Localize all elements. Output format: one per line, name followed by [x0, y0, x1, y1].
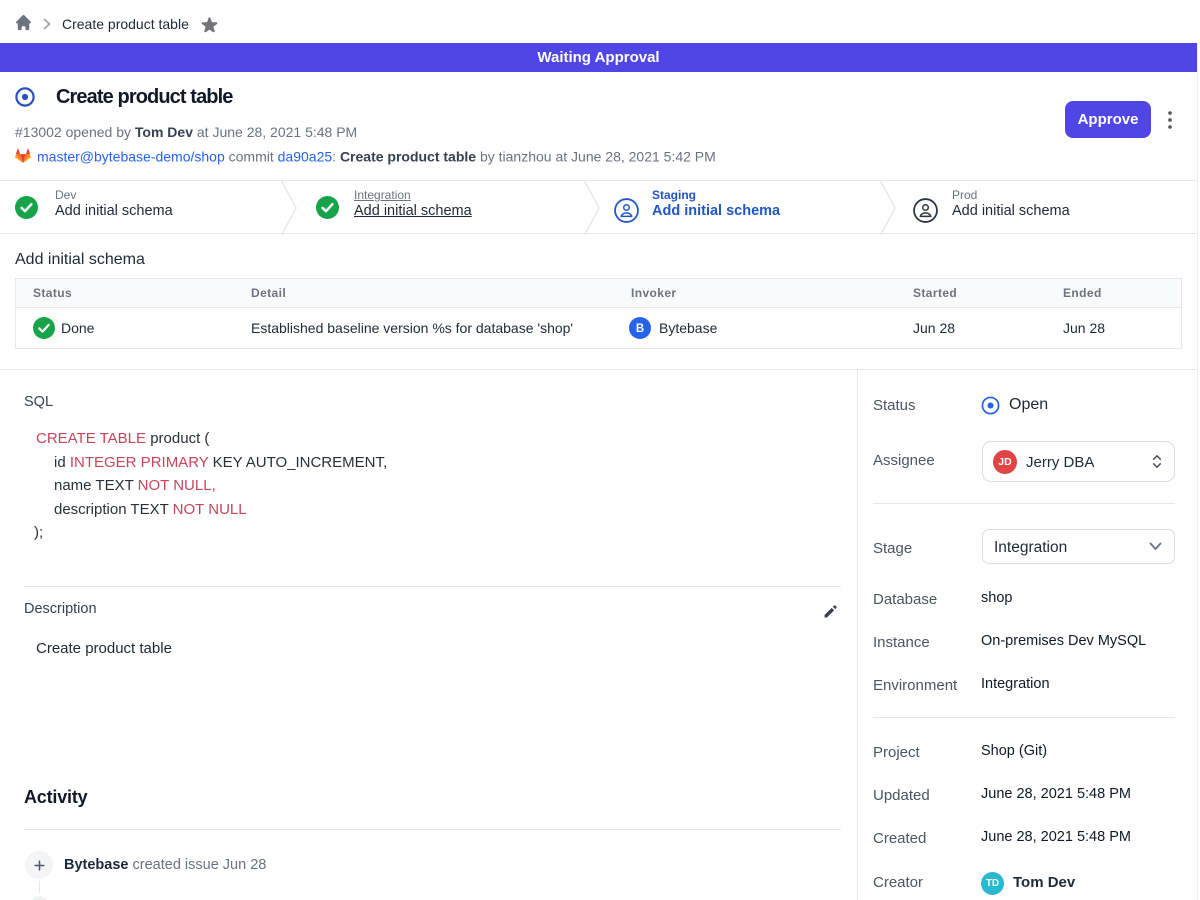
- svg-text:B: B: [636, 323, 644, 335]
